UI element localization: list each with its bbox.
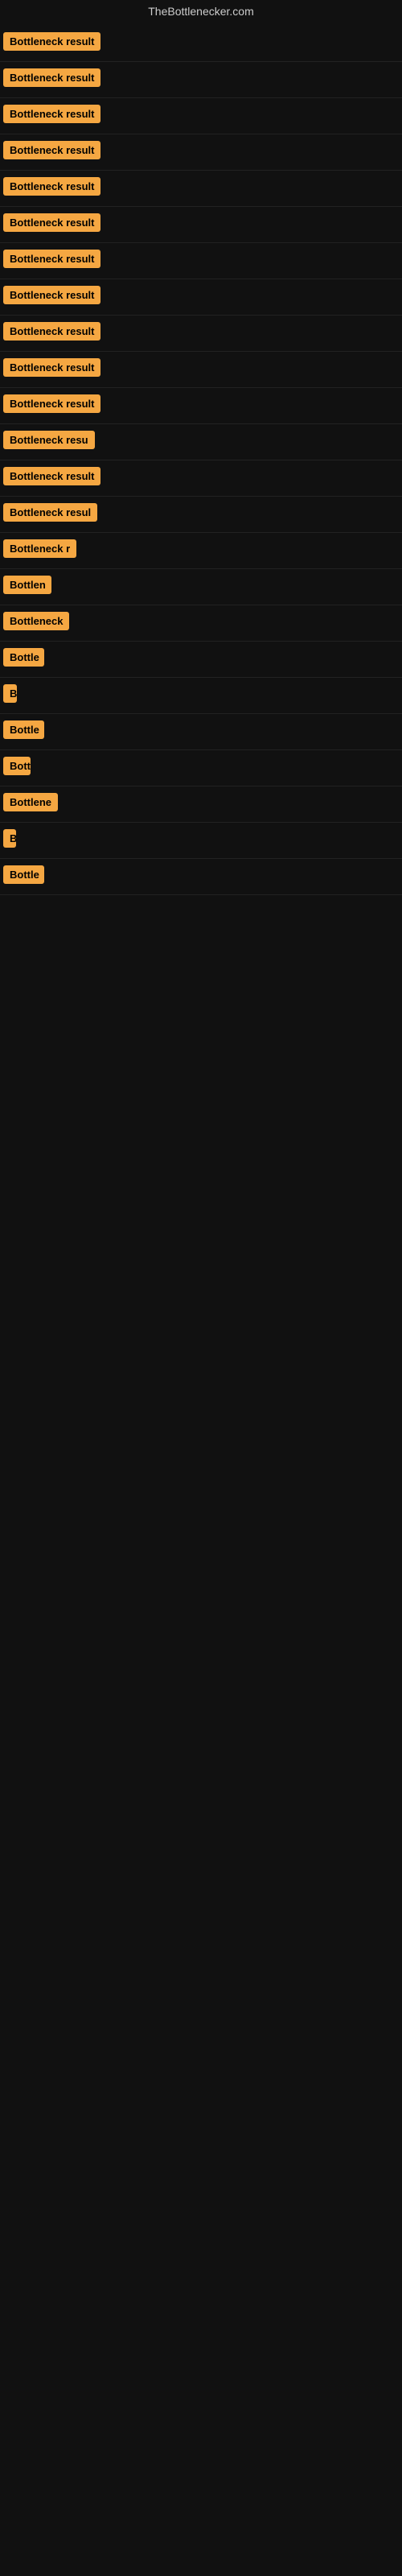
- site-title: TheBottlenecker.com: [148, 5, 254, 18]
- result-row: Bottleneck result: [0, 279, 402, 316]
- bottleneck-badge[interactable]: Bott: [3, 757, 31, 775]
- bottleneck-badge[interactable]: Bottleneck result: [3, 467, 100, 485]
- result-row: Bottleneck result: [0, 316, 402, 352]
- bottleneck-badge[interactable]: Bottleneck result: [3, 286, 100, 304]
- result-row: Bottleneck result: [0, 98, 402, 134]
- result-row: Bottle: [0, 642, 402, 678]
- result-row: Bottle: [0, 859, 402, 895]
- bottleneck-badge[interactable]: Bottleneck result: [3, 358, 100, 377]
- result-row: Bottleneck resul: [0, 497, 402, 533]
- bottleneck-badge[interactable]: Bottleneck result: [3, 213, 100, 232]
- bottleneck-badge[interactable]: Bottle: [3, 648, 44, 667]
- result-row: Bottleneck result: [0, 352, 402, 388]
- bottleneck-badge[interactable]: Bottleneck result: [3, 141, 100, 159]
- result-row: Bottleneck result: [0, 207, 402, 243]
- result-row: Bottleneck result: [0, 460, 402, 497]
- result-row: B: [0, 823, 402, 859]
- site-header: TheBottlenecker.com: [0, 0, 402, 26]
- bottleneck-badge[interactable]: Bottlen: [3, 576, 51, 594]
- bottleneck-badge[interactable]: B: [3, 829, 16, 848]
- bottleneck-badge[interactable]: Bottleneck result: [3, 177, 100, 196]
- result-row: Bottleneck: [0, 605, 402, 642]
- result-row: Bott: [0, 750, 402, 786]
- result-row: Bottleneck result: [0, 134, 402, 171]
- results-list: Bottleneck result Bottleneck result Bottle…: [0, 26, 402, 895]
- bottleneck-badge[interactable]: Bottleneck resul: [3, 503, 97, 522]
- bottleneck-badge[interactable]: Bottleneck: [3, 612, 69, 630]
- bottleneck-badge[interactable]: Bottlene: [3, 793, 58, 811]
- result-row: Bottle: [0, 714, 402, 750]
- bottleneck-badge[interactable]: Bottleneck result: [3, 68, 100, 87]
- bottleneck-badge[interactable]: Bottleneck result: [3, 250, 100, 268]
- bottleneck-badge[interactable]: Bottleneck resu: [3, 431, 95, 449]
- result-row: Bottleneck r: [0, 533, 402, 569]
- bottleneck-badge[interactable]: Bo: [3, 684, 17, 703]
- bottleneck-badge[interactable]: Bottleneck r: [3, 539, 76, 558]
- result-row: Bottleneck result: [0, 243, 402, 279]
- result-row: Bottleneck resu: [0, 424, 402, 460]
- result-row: Bottleneck result: [0, 26, 402, 62]
- result-row: Bottleneck result: [0, 388, 402, 424]
- result-row: Bottleneck result: [0, 62, 402, 98]
- result-row: Bottlen: [0, 569, 402, 605]
- result-row: Bo: [0, 678, 402, 714]
- bottleneck-badge[interactable]: Bottle: [3, 865, 44, 884]
- bottleneck-badge[interactable]: Bottleneck result: [3, 322, 100, 341]
- result-row: Bottleneck result: [0, 171, 402, 207]
- bottleneck-badge[interactable]: Bottleneck result: [3, 105, 100, 123]
- bottleneck-badge[interactable]: Bottleneck result: [3, 394, 100, 413]
- bottleneck-badge[interactable]: Bottleneck result: [3, 32, 100, 51]
- bottleneck-badge[interactable]: Bottle: [3, 720, 44, 739]
- result-row: Bottlene: [0, 786, 402, 823]
